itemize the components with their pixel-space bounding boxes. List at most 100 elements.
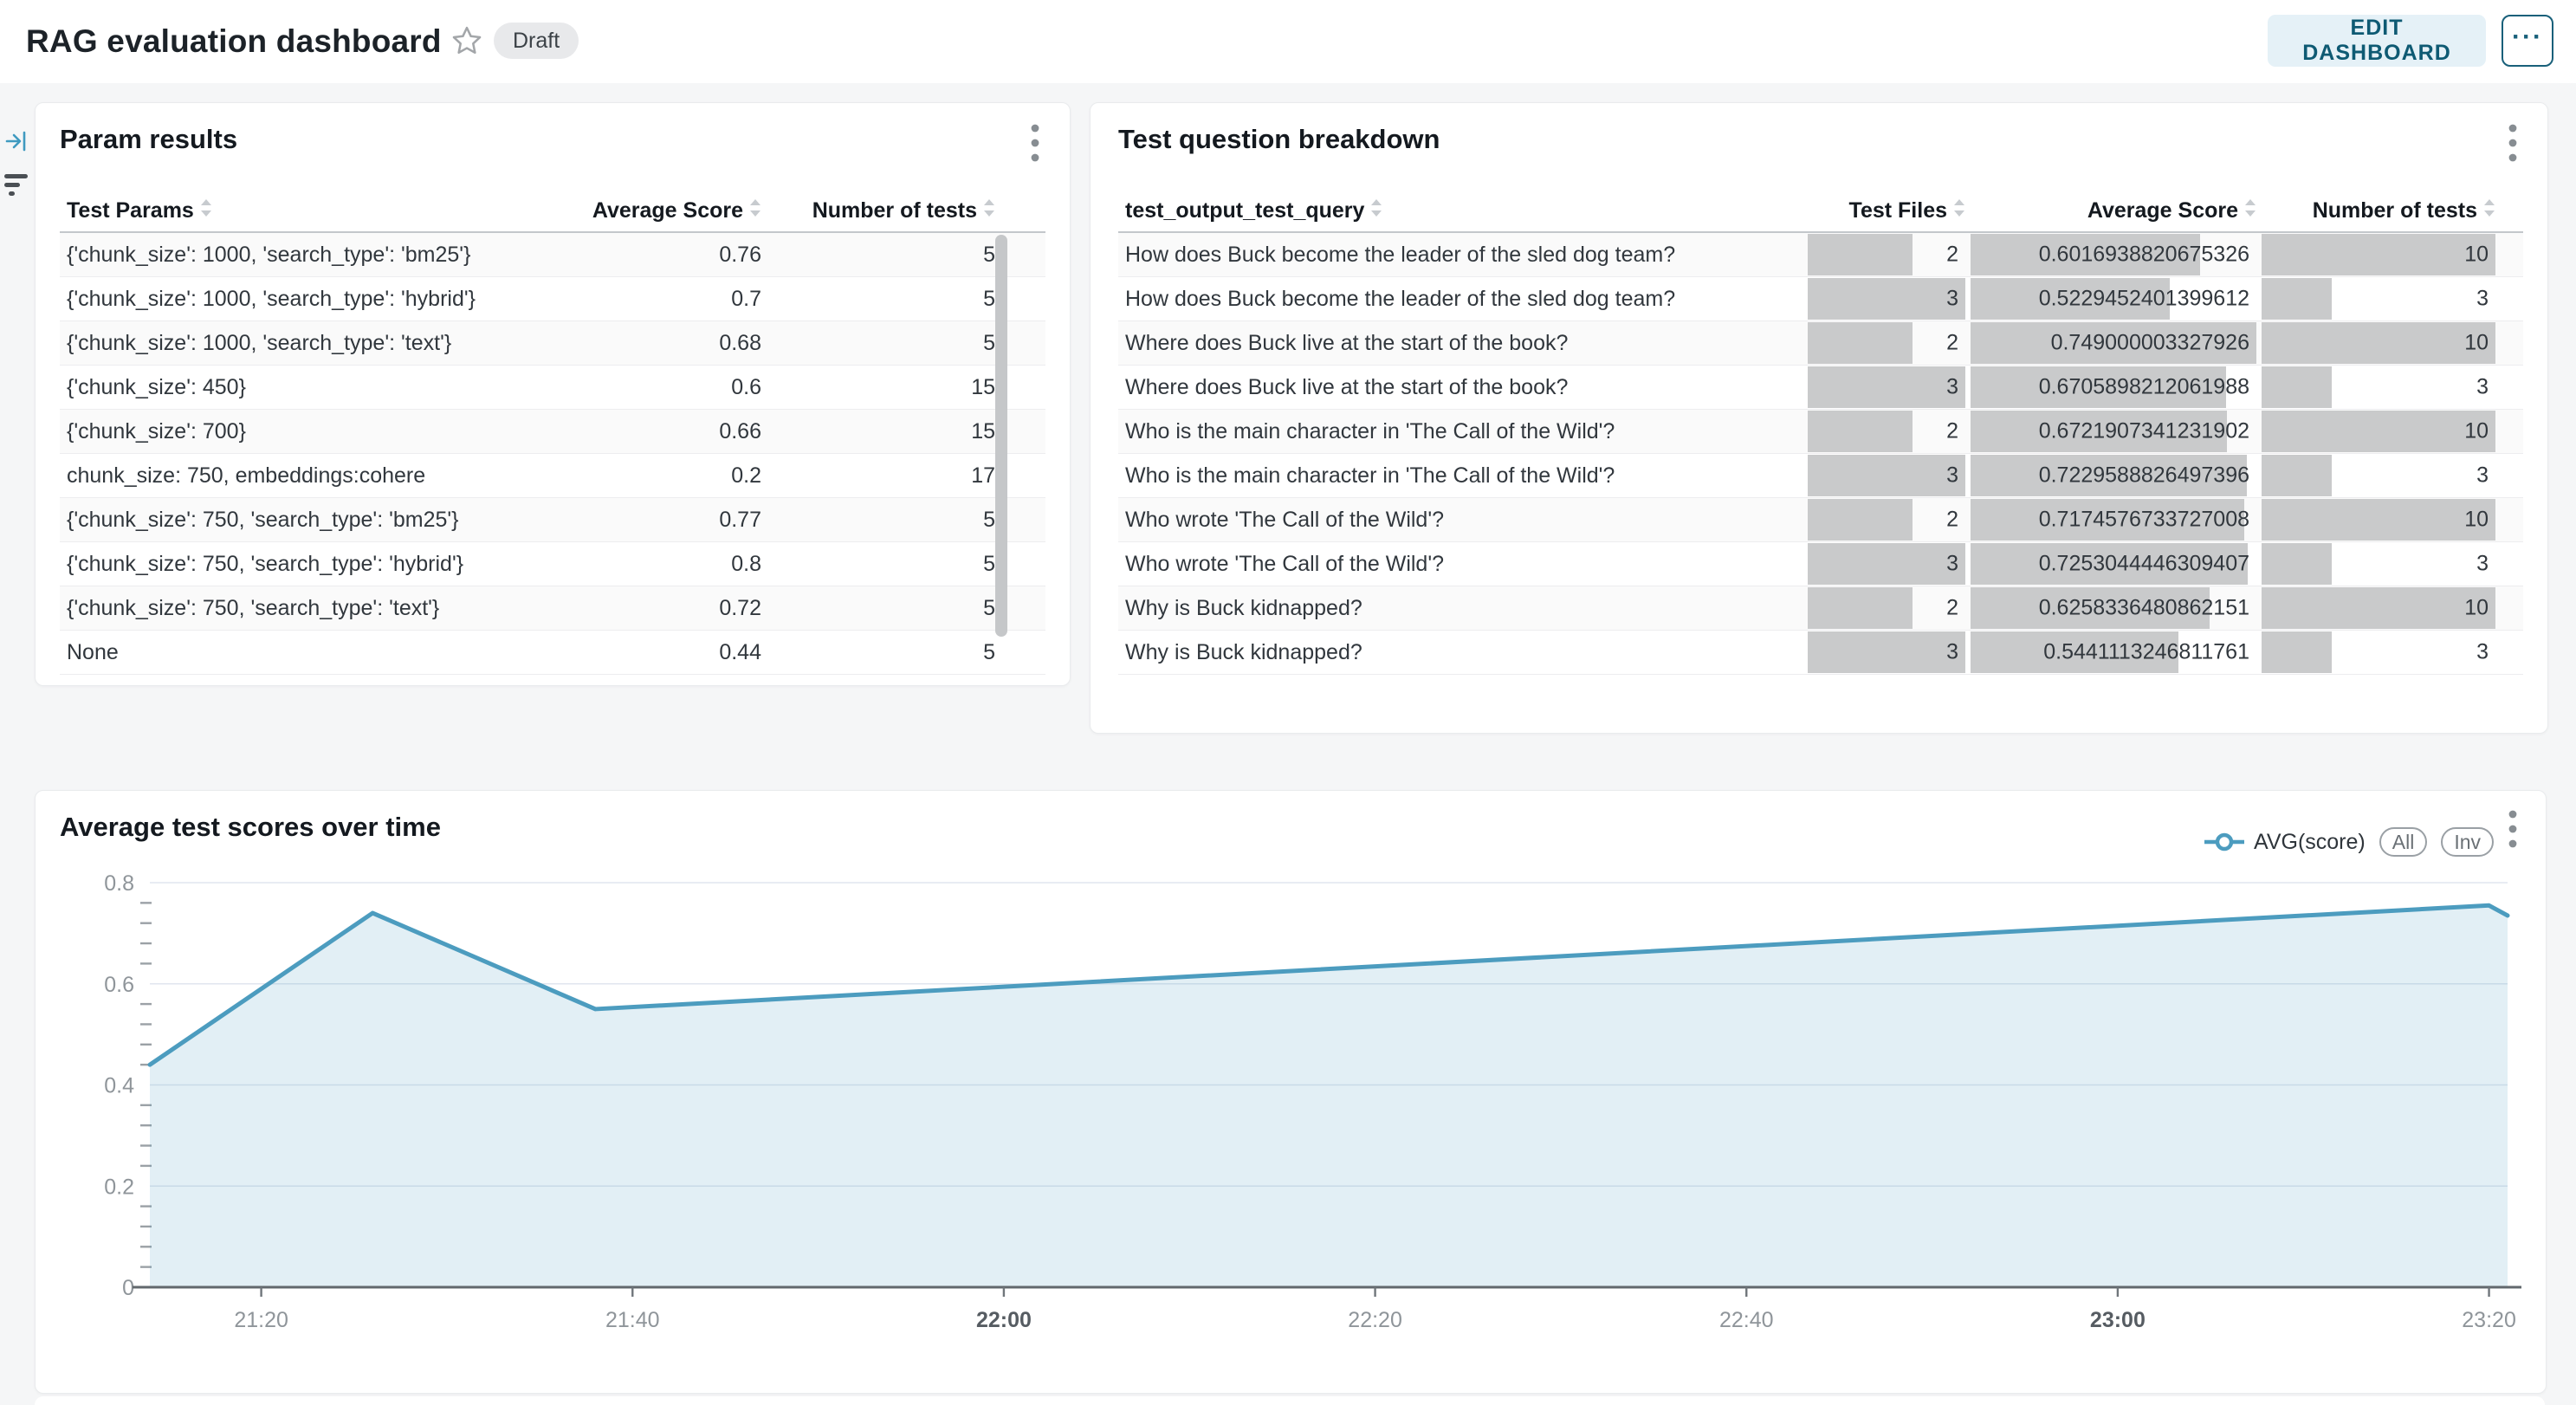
svg-text:0.4: 0.4 — [104, 1074, 134, 1098]
card-menu-icon[interactable] — [2495, 120, 2530, 165]
cell-test-files: 3 — [1808, 631, 1965, 674]
column-header-number-of-tests[interactable]: Number of tests — [2262, 198, 2495, 223]
cell-test-params: {'chunk_size': 1000, 'search_type': 'bm2… — [60, 243, 545, 268]
cell-test-files: 3 — [1808, 366, 1965, 409]
more-options-button[interactable]: ··· — [2502, 15, 2553, 67]
svg-text:23:20: 23:20 — [2462, 1308, 2516, 1332]
cell-number-of-tests: 10 — [2262, 233, 2495, 276]
svg-text:23:00: 23:00 — [2090, 1308, 2146, 1332]
param-results-card: Param results Test Params Average Score … — [35, 102, 1071, 686]
data-bar — [2262, 455, 2332, 496]
cell-value: 2 — [1946, 596, 1958, 621]
table-body: How does Buck become the leader of the s… — [1118, 233, 2523, 675]
cell-average-score: 0.2 — [545, 463, 761, 489]
svg-text:21:40: 21:40 — [605, 1308, 660, 1332]
svg-text:0.2: 0.2 — [104, 1175, 134, 1199]
svg-text:22:00: 22:00 — [976, 1308, 1032, 1332]
cell-test-query: Why is Buck kidnapped? — [1118, 640, 1808, 665]
status-badge: Draft — [494, 23, 579, 59]
cell-test-params: {'chunk_size': 750, 'search_type': 'hybr… — [60, 552, 545, 577]
table-row: Who is the main character in 'The Call o… — [1118, 410, 2523, 454]
cell-value: 0.7253044446309407 — [2039, 552, 2249, 577]
column-header-average-score[interactable]: Average Score — [1971, 198, 2256, 223]
table-row: chunk_size: 750, embeddings:cohere0.217 — [60, 454, 1045, 498]
cell-number-of-tests: 5 — [761, 596, 995, 621]
cell-number-of-tests: 15 — [761, 375, 995, 400]
cell-test-params: {'chunk_size': 1000, 'search_type': 'hyb… — [60, 287, 545, 312]
data-bar — [2262, 631, 2332, 673]
param-results-table: Test Params Average Score Number of test… — [60, 190, 1045, 675]
data-bar — [1808, 366, 1965, 408]
data-bar — [1808, 322, 1913, 364]
data-bar — [1808, 278, 1965, 320]
table-row: Why is Buck kidnapped?20.625833648086215… — [1118, 586, 2523, 631]
cell-value: 0.7174576733727008 — [2039, 508, 2249, 533]
table-row: Why is Buck kidnapped?30.544111324681176… — [1118, 631, 2523, 675]
cell-value: 0.6705898212061988 — [2039, 375, 2249, 400]
column-header-test-query[interactable]: test_output_test_query — [1118, 198, 1808, 223]
table-row: {'chunk_size': 750, 'search_type': 'hybr… — [60, 542, 1045, 586]
cell-average-score: 0.44 — [545, 640, 761, 665]
cell-number-of-tests: 5 — [761, 640, 995, 665]
cell-test-params: {'chunk_size': 450} — [60, 375, 545, 400]
cell-test-files: 2 — [1808, 233, 1965, 276]
page-title: RAG evaluation dashboard — [26, 0, 442, 83]
cell-value: 10 — [2464, 331, 2489, 356]
cell-average-score: 0.749000003327926 — [1971, 321, 2256, 365]
cell-number-of-tests: 5 — [761, 508, 995, 533]
cell-test-query: How does Buck become the leader of the s… — [1118, 243, 1808, 268]
favorite-star-icon[interactable] — [450, 24, 483, 57]
cell-value: 2 — [1946, 331, 1958, 356]
cell-test-query: Where does Buck live at the start of the… — [1118, 375, 1808, 400]
data-bar — [2262, 543, 2332, 585]
cell-number-of-tests: 3 — [2262, 542, 2495, 586]
cell-average-score: 0.7174576733727008 — [1971, 498, 2256, 541]
filter-icon[interactable] — [3, 172, 29, 202]
card-menu-icon[interactable] — [1018, 120, 1052, 165]
column-header-test-params[interactable]: Test Params — [60, 198, 545, 223]
data-bar — [1808, 234, 1913, 275]
cell-test-files: 2 — [1808, 410, 1965, 453]
cell-average-score: 0.6016938820675326 — [1971, 233, 2256, 276]
table-row: {'chunk_size': 1000, 'search_type': 'hyb… — [60, 277, 1045, 321]
cell-test-files: 2 — [1808, 498, 1965, 541]
cell-test-files: 3 — [1808, 454, 1965, 497]
column-header-average-score[interactable]: Average Score — [545, 198, 761, 223]
column-header-test-files[interactable]: Test Files — [1808, 198, 1965, 223]
next-card-edge — [35, 1396, 2545, 1405]
cell-number-of-tests: 17 — [761, 463, 995, 489]
cell-test-params: {'chunk_size': 700} — [60, 419, 545, 444]
data-bar — [1808, 499, 1913, 541]
cell-value: 2 — [1946, 243, 1958, 268]
cell-number-of-tests: 5 — [761, 331, 995, 356]
cell-number-of-tests: 15 — [761, 419, 995, 444]
cell-number-of-tests: 10 — [2262, 498, 2495, 541]
edit-dashboard-button[interactable]: EDIT DASHBOARD — [2268, 15, 2486, 67]
cell-average-score: 0.7 — [545, 287, 761, 312]
cell-number-of-tests: 10 — [2262, 321, 2495, 365]
cell-number-of-tests: 3 — [2262, 366, 2495, 409]
cell-test-params: {'chunk_size': 750, 'search_type': 'text… — [60, 596, 545, 621]
cell-value: 0.5441113246811761 — [2043, 640, 2249, 665]
vertical-scrollbar[interactable] — [995, 235, 1007, 637]
svg-text:0.8: 0.8 — [104, 871, 134, 896]
cell-test-files: 3 — [1808, 542, 1965, 586]
cell-average-score: 0.66 — [545, 419, 761, 444]
sort-icon — [200, 198, 212, 223]
table-row: None0.445 — [60, 631, 1045, 675]
cell-test-files: 2 — [1808, 586, 1965, 630]
cell-number-of-tests: 3 — [2262, 631, 2495, 674]
table-header-row: test_output_test_query Test Files Averag… — [1118, 190, 2523, 233]
data-bar — [2262, 278, 2332, 320]
sort-icon — [1370, 198, 1382, 223]
cell-average-score: 0.6 — [545, 375, 761, 400]
collapse-panel-icon[interactable] — [5, 130, 28, 157]
cell-value: 10 — [2464, 508, 2489, 533]
column-header-number-of-tests[interactable]: Number of tests — [761, 198, 995, 223]
cell-average-score: 0.72 — [545, 596, 761, 621]
cell-value: 3 — [2476, 463, 2489, 489]
cell-value: 3 — [2476, 375, 2489, 400]
table-row: {'chunk_size': 700}0.6615 — [60, 410, 1045, 454]
data-bar — [2262, 587, 2495, 629]
cell-value: 0.6258336480862151 — [2039, 596, 2249, 621]
